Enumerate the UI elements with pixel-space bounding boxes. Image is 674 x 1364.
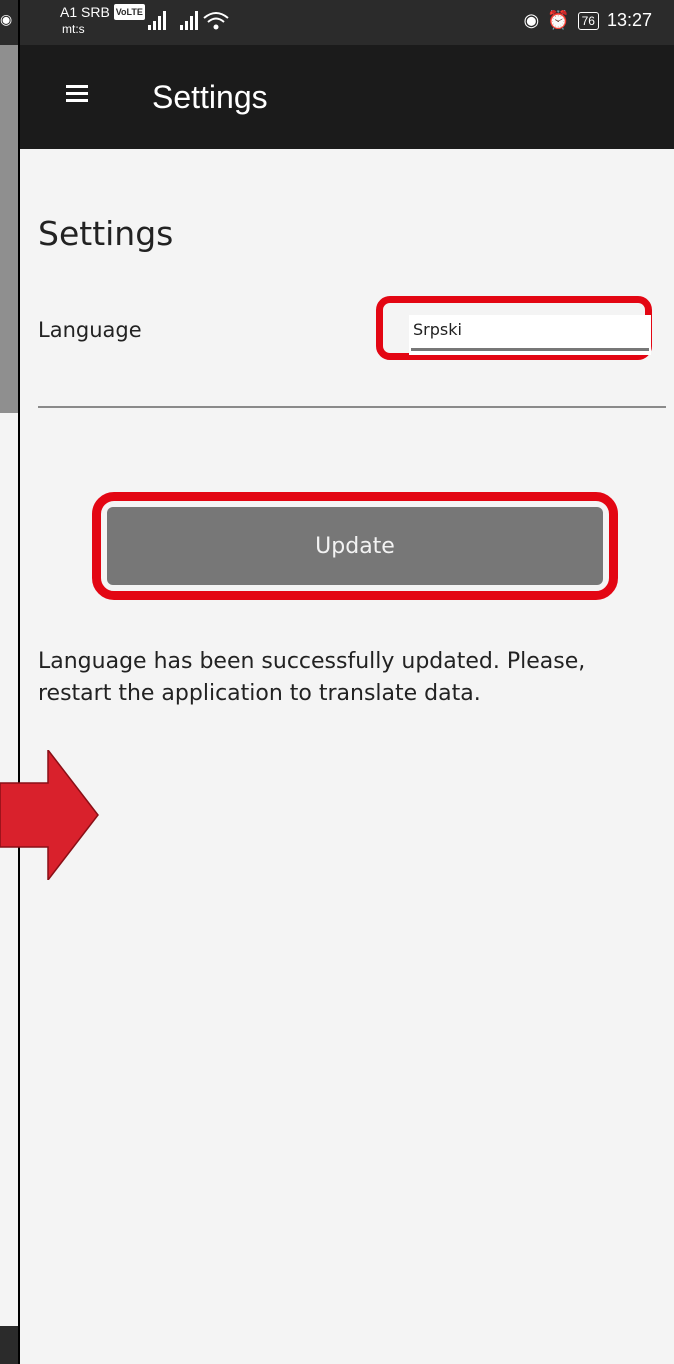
clock: 13:27 <box>606 10 652 30</box>
alarm-icon: ⏰ <box>547 10 570 30</box>
eye-icon: ◉ <box>523 10 540 30</box>
language-select-value: Srpski <box>413 320 462 339</box>
status-bar: A1 SRB VoLTE mt:s ◉ ⏰ 76 13:27 <box>20 0 674 45</box>
update-button[interactable]: Update <box>107 507 603 585</box>
status-right: ◉ ⏰ 76 13:27 <box>523 10 652 31</box>
signal-bars-icon <box>148 11 229 30</box>
language-label: Language <box>38 318 142 342</box>
battery-icon: 76 <box>577 11 599 30</box>
carrier-secondary: mt:s <box>62 22 85 36</box>
volte-badge: VoLTE <box>113 4 145 20</box>
hamburger-menu-icon[interactable] <box>66 85 88 103</box>
eye-icon: ◉ <box>0 12 13 28</box>
page-title: Settings <box>38 214 174 253</box>
success-message: Language has been successfully updated. … <box>38 649 586 706</box>
arrow-right-icon <box>0 750 99 880</box>
app-bar: Settings <box>20 45 674 149</box>
divider <box>38 406 666 408</box>
previous-screen-panel <box>0 45 18 413</box>
language-select[interactable]: Srpski <box>409 315 651 355</box>
phone-screen: A1 SRB VoLTE mt:s ◉ ⏰ 76 13:27 Settings … <box>20 0 674 1364</box>
previous-bottom-bar <box>0 1326 20 1364</box>
update-highlight: Update <box>92 492 618 600</box>
signal-icons <box>146 10 256 36</box>
previous-screen-edge: ◉ <box>0 0 20 1364</box>
select-underline <box>411 348 649 351</box>
language-highlight: Srpski <box>376 296 652 360</box>
carrier-name: A1 SRB VoLTE <box>60 4 145 20</box>
app-bar-title: Settings <box>152 79 268 115</box>
